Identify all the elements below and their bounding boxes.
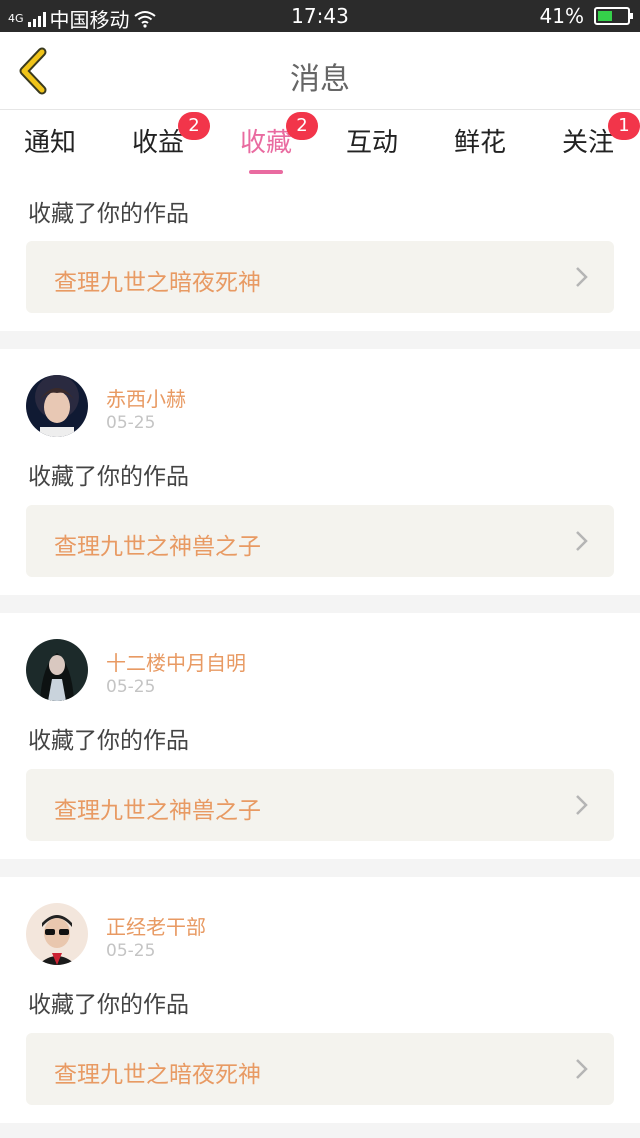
work-title: 查理九世之神兽之子	[54, 798, 261, 824]
tab-label: 收益	[131, 128, 184, 158]
list-item: 十二楼中月自明 05-25 收藏了你的作品 查理九世之神兽之子	[0, 613, 640, 859]
tab-flowers[interactable]: 鲜花	[430, 122, 530, 159]
avatar[interactable]	[26, 903, 88, 965]
tab-label: 通知	[23, 128, 76, 158]
nav-header: 消息	[0, 32, 640, 110]
list-item: 赤西小赫 05-25 收藏了你的作品 查理九世之神兽之子	[0, 349, 640, 595]
tab-label: 互动	[345, 128, 398, 158]
tab-income[interactable]: 收益 2	[108, 112, 210, 159]
action-text: 收藏了你的作品	[28, 992, 189, 1018]
chevron-right-icon	[576, 531, 588, 551]
tab-interaction[interactable]: 互动	[322, 122, 422, 159]
battery-icon	[594, 7, 633, 25]
work-link[interactable]: 查理九世之暗夜死神	[26, 241, 614, 313]
avatar[interactable]	[26, 375, 88, 437]
avatar[interactable]	[26, 639, 88, 701]
work-title: 查理九世之暗夜死神	[54, 270, 261, 296]
work-title: 查理九世之暗夜死神	[54, 1062, 261, 1088]
chevron-right-icon	[576, 795, 588, 815]
tab-bar: 通知 收益 2 收藏 2 互动 鲜花 关注 1	[0, 110, 640, 174]
work-link[interactable]: 查理九世之神兽之子	[26, 769, 614, 841]
list-item: 收藏了你的作品 查理九世之暗夜死神	[0, 174, 640, 331]
unread-badge: 2	[286, 112, 318, 140]
action-text: 收藏了你的作品	[28, 201, 189, 227]
battery-percent: 41%	[539, 4, 584, 28]
user-name[interactable]: 正经老干部	[106, 911, 206, 940]
tab-label: 关注	[561, 128, 614, 158]
chevron-right-icon	[576, 1059, 588, 1079]
page-title: 消息	[290, 62, 350, 97]
user-name[interactable]: 赤西小赫	[106, 383, 186, 412]
list-item: 正经老干部 05-25 收藏了你的作品 查理九世之暗夜死神	[0, 877, 640, 1123]
tab-favorites[interactable]: 收藏 2	[216, 112, 318, 174]
chevron-right-icon	[576, 267, 588, 287]
work-link[interactable]: 查理九世之暗夜死神	[26, 1033, 614, 1105]
timestamp: 05-25	[106, 677, 156, 697]
user-name[interactable]: 十二楼中月自明	[106, 647, 246, 676]
work-link[interactable]: 查理九世之神兽之子	[26, 505, 614, 577]
work-title: 查理九世之神兽之子	[54, 534, 261, 560]
tab-notify[interactable]: 通知	[0, 122, 100, 159]
status-bar: 4G 中国移动 17:43 41%	[0, 0, 640, 32]
unread-badge: 2	[178, 112, 210, 140]
timestamp: 05-25	[106, 413, 156, 433]
tab-follow[interactable]: 关注 1	[538, 112, 640, 159]
unread-badge: 1	[608, 112, 640, 140]
timestamp: 05-25	[106, 941, 156, 961]
tab-label: 鲜花	[453, 128, 506, 158]
action-text: 收藏了你的作品	[28, 728, 189, 754]
action-text: 收藏了你的作品	[28, 464, 189, 490]
tab-label: 收藏	[239, 128, 292, 158]
